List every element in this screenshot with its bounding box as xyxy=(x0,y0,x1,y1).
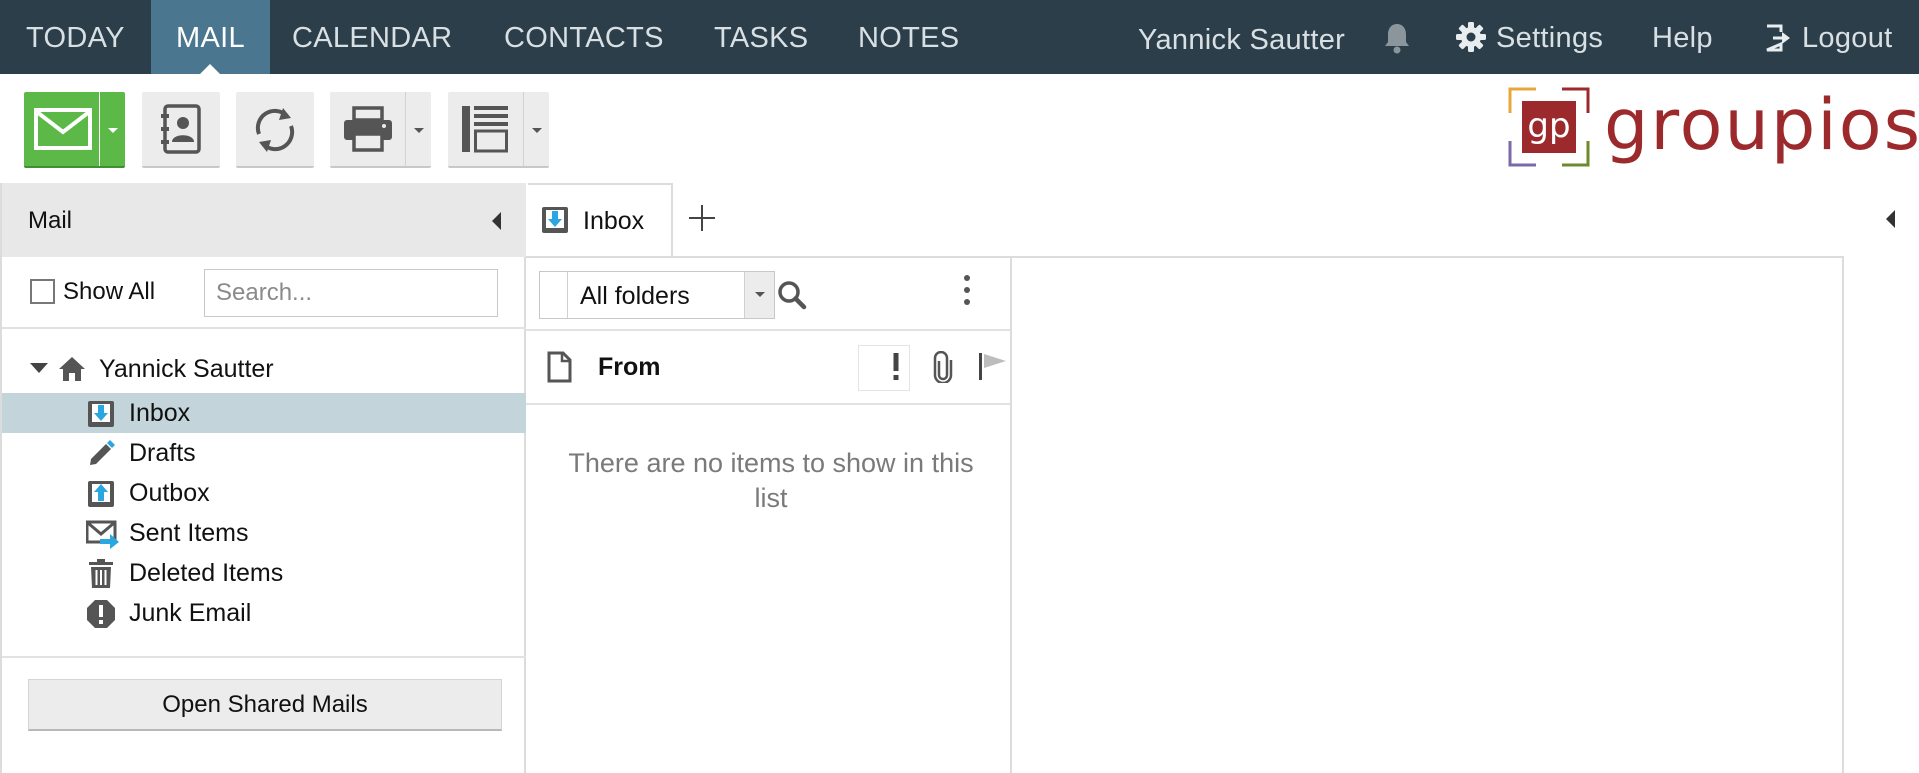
folder-label: Deleted Items xyxy=(129,559,284,587)
folder-filter-value: All folders xyxy=(580,282,690,310)
nav-today[interactable]: TODAY xyxy=(26,0,125,74)
envelope-icon xyxy=(34,108,92,155)
folder-drafts[interactable]: Drafts xyxy=(2,433,526,473)
nav-mail[interactable]: MAIL xyxy=(151,0,270,74)
sidebar-header: Mail xyxy=(2,183,526,257)
address-book-button[interactable] xyxy=(142,92,220,168)
print-button[interactable] xyxy=(330,92,431,168)
paperclip-icon[interactable] xyxy=(933,350,953,388)
print-dropdown[interactable] xyxy=(405,92,431,166)
inbox-icon xyxy=(86,399,116,434)
bell-icon[interactable] xyxy=(1383,22,1411,59)
folder-label: Sent Items xyxy=(129,519,249,547)
layout-button[interactable] xyxy=(448,92,549,168)
outbox-icon xyxy=(86,479,116,514)
folder-deleted-items[interactable]: Deleted Items xyxy=(2,553,526,593)
home-icon xyxy=(57,355,87,388)
gear-icon[interactable] xyxy=(1456,22,1486,57)
folder-outbox[interactable]: Outbox xyxy=(2,473,526,513)
printer-icon xyxy=(342,106,394,157)
folder-inbox[interactable]: Inbox xyxy=(2,393,526,433)
sent-mail-icon xyxy=(85,519,120,554)
folder-filter-select[interactable]: All folders xyxy=(539,271,775,319)
logo-mark-text: gp xyxy=(1527,106,1570,146)
groupios-logo-text: groupios xyxy=(1604,84,1919,166)
folder-search-input[interactable] xyxy=(204,269,498,317)
nav-calendar[interactable]: CALENDAR xyxy=(292,0,452,74)
expand-account-icon[interactable] xyxy=(30,363,48,373)
more-options-icon[interactable] xyxy=(962,274,972,311)
refresh-icon xyxy=(249,104,301,161)
new-mail-button[interactable] xyxy=(24,92,125,168)
collapse-right-pane-icon[interactable] xyxy=(1886,210,1895,228)
reading-pane-layout-icon xyxy=(460,104,510,159)
mail-list-column-header: From xyxy=(526,329,1010,405)
show-all-label[interactable]: Show All xyxy=(63,278,155,306)
settings-link[interactable]: Settings xyxy=(1496,0,1603,74)
sidebar-title: Mail xyxy=(28,207,73,234)
chevron-down-icon[interactable] xyxy=(744,272,774,318)
folder-label: Inbox xyxy=(129,399,191,427)
search-icon[interactable] xyxy=(777,280,807,315)
pencil-icon xyxy=(86,439,116,474)
top-navigation-bar: TODAY MAIL CALENDAR CONTACTS TASKS NOTES… xyxy=(0,0,1919,74)
column-from[interactable]: From xyxy=(598,353,661,382)
folder-sent-items[interactable]: Sent Items xyxy=(2,513,526,553)
user-name[interactable]: Yannick Sautter xyxy=(1138,2,1345,76)
empty-list-message: There are no items to show in this list xyxy=(568,448,974,513)
divider xyxy=(2,327,526,329)
folder-label: Junk Email xyxy=(129,599,252,627)
folder-label: Drafts xyxy=(129,439,196,467)
nav-tasks[interactable]: TASKS xyxy=(714,0,808,74)
help-link[interactable]: Help xyxy=(1652,0,1713,74)
nav-contacts[interactable]: CONTACTS xyxy=(504,0,664,74)
tab-inbox[interactable]: Inbox xyxy=(528,183,673,257)
folder-junk-email[interactable]: Junk Email xyxy=(2,593,526,633)
account-name[interactable]: Yannick Sautter xyxy=(99,355,274,384)
folder-label: Outbox xyxy=(129,479,210,507)
junk-exclamation-icon xyxy=(86,599,116,634)
show-all-checkbox[interactable] xyxy=(30,279,55,304)
importance-icon[interactable] xyxy=(892,351,900,386)
plus-icon[interactable] xyxy=(689,205,715,231)
nav-notes[interactable]: NOTES xyxy=(858,0,959,74)
sync-button[interactable] xyxy=(236,92,314,168)
divider xyxy=(2,656,526,658)
collapse-sidebar-icon[interactable] xyxy=(492,212,501,230)
mail-sidebar: Mail Show All Yannick Sautter Inbox Draf… xyxy=(0,183,526,773)
logout-icon[interactable] xyxy=(1764,24,1792,57)
reading-pane xyxy=(1012,256,1844,773)
trash-icon xyxy=(86,559,116,594)
layout-dropdown[interactable] xyxy=(523,92,549,166)
groupios-logo-mark: gp xyxy=(1508,87,1590,172)
logout-link[interactable]: Logout xyxy=(1802,0,1893,74)
contact-book-icon xyxy=(159,104,203,159)
inbox-icon xyxy=(540,205,570,240)
flag-icon[interactable] xyxy=(978,351,1008,386)
tab-label: Inbox xyxy=(583,207,645,235)
document-icon[interactable] xyxy=(546,351,572,388)
new-mail-dropdown[interactable] xyxy=(99,92,125,166)
open-shared-mails-button[interactable]: Open Shared Mails xyxy=(28,679,502,731)
mail-list-pane: All folders From There are no items to s… xyxy=(526,256,1012,773)
